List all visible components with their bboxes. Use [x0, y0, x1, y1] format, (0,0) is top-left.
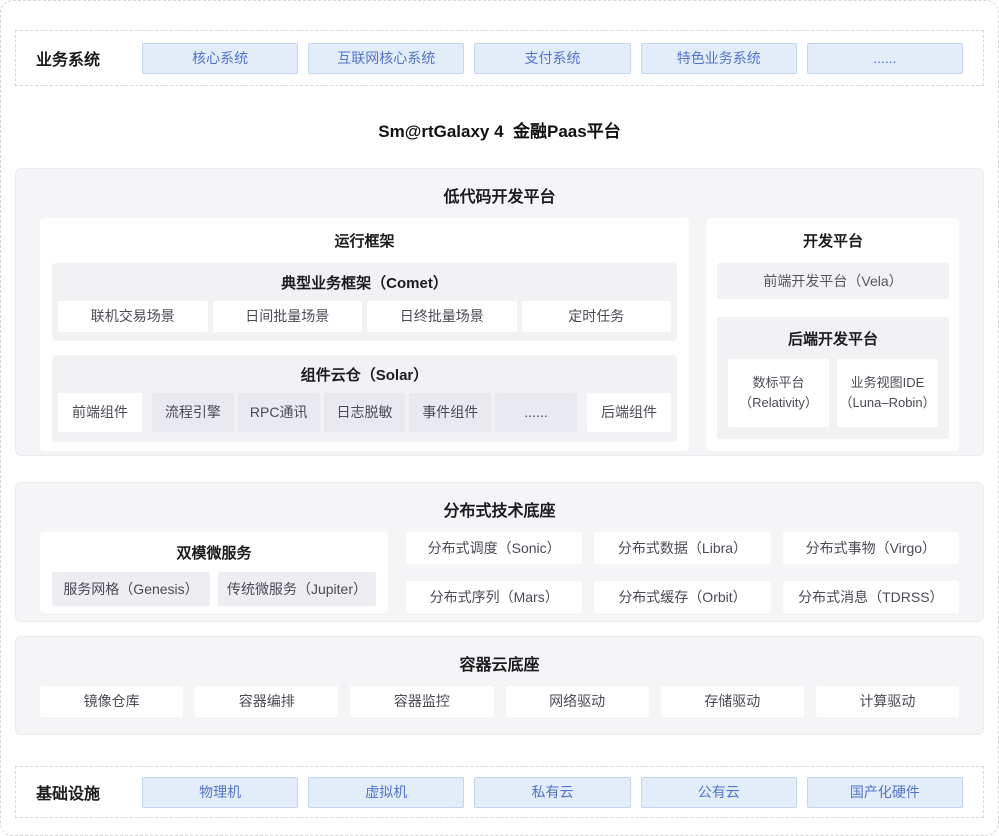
lowcode-title: 低代码开发平台: [40, 169, 959, 218]
runtime-framework-title: 运行框架: [52, 218, 677, 263]
comet-item: 定时任务: [522, 301, 672, 332]
business-systems-label: 业务系统: [36, 46, 142, 70]
solar-middle-item: RPC通讯: [238, 393, 320, 432]
container-base-item: 容器监控: [350, 686, 493, 717]
backend-card-relativity-code: （Relativity）: [728, 393, 829, 413]
distributed-grid: 分布式调度（Sonic） 分布式数据（Libra） 分布式事物（Virgo） 分布式序…: [406, 532, 959, 613]
comet-item: 日间批量场景: [213, 301, 363, 332]
infrastructure-button[interactable]: 物理机: [142, 777, 298, 808]
business-system-button[interactable]: 互联网核心系统: [308, 43, 464, 74]
business-systems-row: 业务系统 核心系统互联网核心系统支付系统特色业务系统......: [15, 30, 984, 86]
infrastructure-button[interactable]: 公有云: [641, 777, 797, 808]
comet-title: 典型业务框架（Comet）: [58, 263, 671, 301]
infrastructure-label: 基础设施: [36, 780, 142, 804]
distributed-cell: 分布式序列（Mars）: [406, 581, 582, 613]
container-base-section: 容器云底座 镜像仓库容器编排容器监控网络驱动存储驱动计算驱动: [15, 636, 984, 735]
container-base-item: 计算驱动: [816, 686, 959, 717]
distributed-base-title: 分布式技术底座: [40, 483, 959, 532]
solar-panel: 组件云仓（Solar） 前端组件 流程引擎RPC通讯日志脱敏事件组件......…: [52, 355, 677, 442]
dual-mode-panel: 双模微服务 服务网格（Genesis）传统微服务（Jupiter）: [40, 532, 388, 613]
business-system-button[interactable]: 支付系统: [474, 43, 630, 74]
business-system-button[interactable]: 特色业务系统: [641, 43, 797, 74]
comet-panel: 典型业务框架（Comet） 联机交易场景日间批量场景日终批量场景定时任务: [52, 263, 677, 341]
frontend-component-item: 前端组件: [58, 393, 142, 432]
dual-mode-title: 双模微服务: [52, 532, 376, 572]
backend-card-luna-robin-name: 业务视图IDE: [837, 373, 938, 393]
distributed-cell: 分布式消息（TDRSS）: [783, 581, 959, 613]
vela-frontend-box: 前端开发平台（Vela）: [717, 263, 949, 299]
business-system-button[interactable]: 核心系统: [142, 43, 298, 74]
backend-component-item: 后端组件: [587, 393, 671, 432]
lowcode-section: 低代码开发平台 运行框架 典型业务框架（Comet） 联机交易场景日间批量场景日…: [15, 168, 984, 456]
comet-item: 联机交易场景: [58, 301, 208, 332]
backend-dev-panel: 后端开发平台 数标平台 （Relativity） 业务视图IDE （Luna–R…: [717, 317, 949, 439]
dual-mode-item: 服务网格（Genesis）: [52, 572, 210, 606]
distributed-body: 双模微服务 服务网格（Genesis）传统微服务（Jupiter） 分布式调度（…: [40, 532, 959, 613]
backend-cards: 数标平台 （Relativity） 业务视图IDE （Luna–Robin）: [728, 359, 938, 427]
solar-middle-item: 事件组件: [409, 393, 491, 432]
comet-item: 日终批量场景: [367, 301, 517, 332]
infrastructure-button[interactable]: 国产化硬件: [807, 777, 963, 808]
dual-mode-items: 服务网格（Genesis）传统微服务（Jupiter）: [52, 572, 376, 606]
dev-platform-panel: 开发平台 前端开发平台（Vela） 后端开发平台 数标平台 （Relativit…: [707, 218, 959, 451]
runtime-framework-panel: 运行框架 典型业务框架（Comet） 联机交易场景日间批量场景日终批量场景定时任…: [40, 218, 689, 451]
comet-items: 联机交易场景日间批量场景日终批量场景定时任务: [58, 301, 671, 332]
infrastructure-row: 基础设施 物理机虚拟机私有云公有云国产化硬件: [15, 766, 984, 818]
page: 业务系统 核心系统互联网核心系统支付系统特色业务系统...... Sm@rtGa…: [0, 0, 999, 836]
backend-card-relativity-name: 数标平台: [728, 373, 829, 393]
infrastructure-buttons: 物理机虚拟机私有云公有云国产化硬件: [142, 777, 963, 808]
dev-platform-title: 开发平台: [717, 218, 949, 263]
distributed-cell: 分布式调度（Sonic）: [406, 532, 582, 564]
dual-mode-item: 传统微服务（Jupiter）: [218, 572, 376, 606]
backend-card-luna-robin-code: （Luna–Robin）: [837, 393, 938, 413]
solar-middle-items: 流程引擎RPC通讯日志脱敏事件组件......: [152, 393, 577, 432]
solar-items: 前端组件 流程引擎RPC通讯日志脱敏事件组件...... 后端组件: [58, 393, 671, 432]
solar-middle-item: 日志脱敏: [324, 393, 406, 432]
backend-dev-title: 后端开发平台: [728, 317, 938, 359]
backend-card-relativity: 数标平台 （Relativity）: [728, 359, 829, 427]
solar-middle-item: 流程引擎: [152, 393, 234, 432]
infrastructure-button[interactable]: 私有云: [474, 777, 630, 808]
container-base-items: 镜像仓库容器编排容器监控网络驱动存储驱动计算驱动: [40, 686, 959, 717]
lowcode-body: 运行框架 典型业务框架（Comet） 联机交易场景日间批量场景日终批量场景定时任…: [40, 218, 959, 451]
distributed-cell: 分布式数据（Libra）: [594, 532, 770, 564]
distributed-cell: 分布式缓存（Orbit）: [594, 581, 770, 613]
container-base-item: 存储驱动: [661, 686, 804, 717]
page-title: Sm@rtGalaxy 4 金融Paas平台: [15, 117, 984, 142]
solar-middle-item: ......: [495, 393, 577, 432]
infrastructure-button[interactable]: 虚拟机: [308, 777, 464, 808]
distributed-cell: 分布式事物（Virgo）: [783, 532, 959, 564]
distributed-base-section: 分布式技术底座 双模微服务 服务网格（Genesis）传统微服务（Jupiter…: [15, 482, 984, 622]
backend-card-luna-robin: 业务视图IDE （Luna–Robin）: [837, 359, 938, 427]
container-base-item: 容器编排: [195, 686, 338, 717]
container-base-item: 网络驱动: [506, 686, 649, 717]
solar-title: 组件云仓（Solar）: [58, 355, 671, 393]
business-system-button[interactable]: ......: [807, 43, 963, 74]
container-base-item: 镜像仓库: [40, 686, 183, 717]
container-base-title: 容器云底座: [40, 637, 959, 686]
business-systems-buttons: 核心系统互联网核心系统支付系统特色业务系统......: [142, 43, 963, 74]
